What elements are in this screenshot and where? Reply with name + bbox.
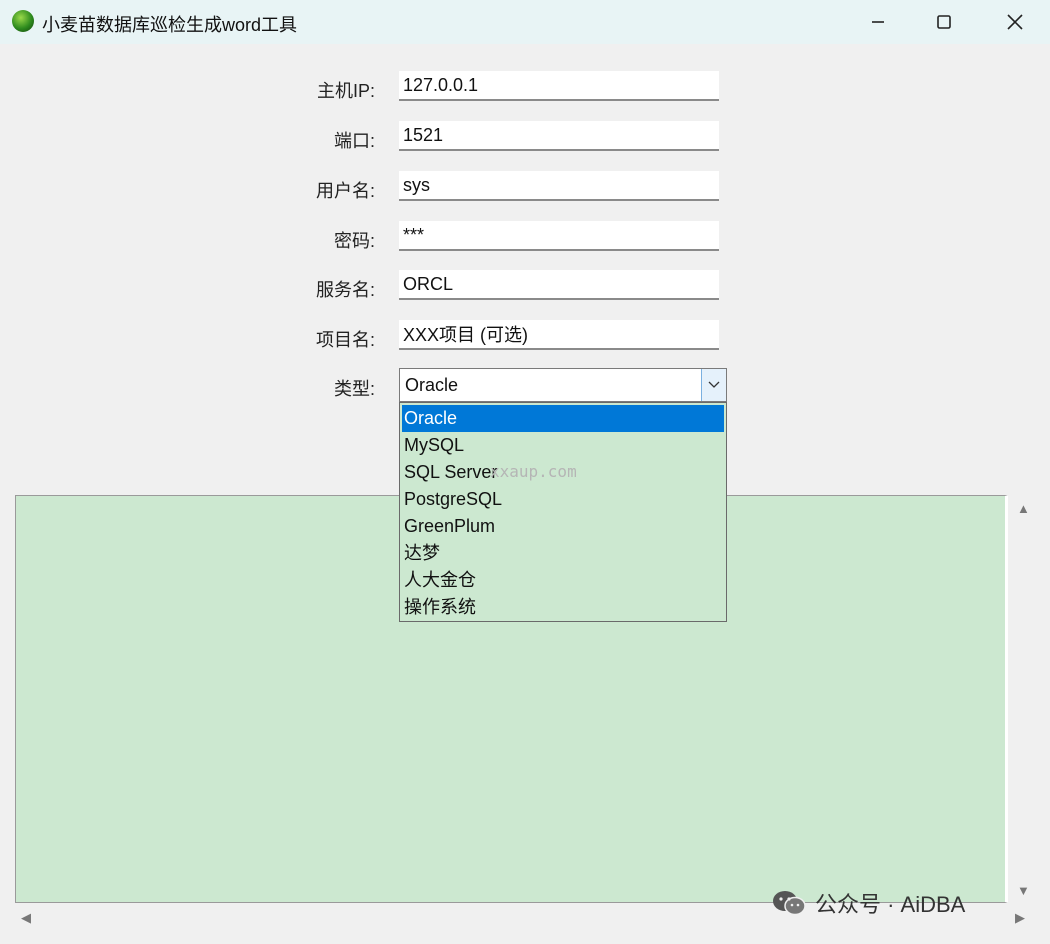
type-option[interactable]: GreenPlum [402, 513, 724, 540]
minimize-button[interactable] [843, 0, 913, 44]
dropdown-toggle[interactable] [701, 369, 726, 401]
port-input[interactable]: 1521 [399, 121, 719, 151]
host-ip-input[interactable]: 127.0.0.1 [399, 71, 719, 101]
service-name-label: 服务名: [315, 280, 375, 300]
wechat-icon [773, 891, 806, 916]
type-option[interactable]: 操作系统 [402, 594, 724, 621]
scroll-right-icon[interactable]: ▶ [1015, 910, 1025, 926]
type-select[interactable]: Oracle [399, 368, 727, 402]
type-dropdown-list: Oracle MySQL SQL Server PostgreSQL Green… [399, 402, 727, 622]
maximize-icon [937, 15, 951, 29]
title-bar: 小麦苗数据库巡检生成word工具 [0, 0, 1050, 44]
chevron-down-icon [708, 381, 720, 388]
scroll-left-icon[interactable]: ◀ [21, 910, 31, 926]
username-label: 用户名: [315, 181, 375, 201]
host-ip-label: 主机IP: [316, 81, 375, 101]
type-label: 类型: [333, 379, 375, 399]
type-option[interactable]: 人大金仓 [402, 567, 724, 594]
overlay-watermark: xxaup.com [490, 462, 577, 481]
close-button[interactable] [980, 0, 1050, 44]
username-input[interactable]: sys [399, 171, 719, 201]
type-option[interactable]: MySQL [402, 432, 724, 459]
footer-watermark-text: 公众号 · AiDBA [815, 892, 966, 917]
type-selected-value: Oracle [405, 375, 459, 395]
maximize-button[interactable] [909, 0, 979, 44]
type-option[interactable]: PostgreSQL [402, 486, 724, 513]
service-name-input[interactable]: ORCL [399, 270, 719, 300]
port-label: 端口: [333, 131, 375, 151]
type-option[interactable]: 达梦 [402, 540, 724, 567]
close-icon [1007, 14, 1023, 30]
type-option[interactable]: Oracle [402, 405, 724, 432]
project-name-input[interactable]: XXX项目 (可选) [399, 320, 719, 350]
scroll-up-icon[interactable]: ▲ [1017, 501, 1030, 516]
minimize-icon [872, 21, 884, 23]
password-label: 密码: [333, 231, 375, 251]
scroll-down-icon[interactable]: ▼ [1017, 883, 1030, 898]
window-title: 小麦苗数据库巡检生成word工具 [42, 15, 298, 35]
password-input[interactable]: *** [399, 221, 719, 251]
project-name-label: 项目名: [315, 330, 375, 350]
leaf-app-icon [12, 10, 34, 32]
footer-watermark: 公众号 · AiDBA [771, 887, 965, 919]
vertical-scrollbar[interactable]: ▲ ▼ [1008, 495, 1038, 903]
